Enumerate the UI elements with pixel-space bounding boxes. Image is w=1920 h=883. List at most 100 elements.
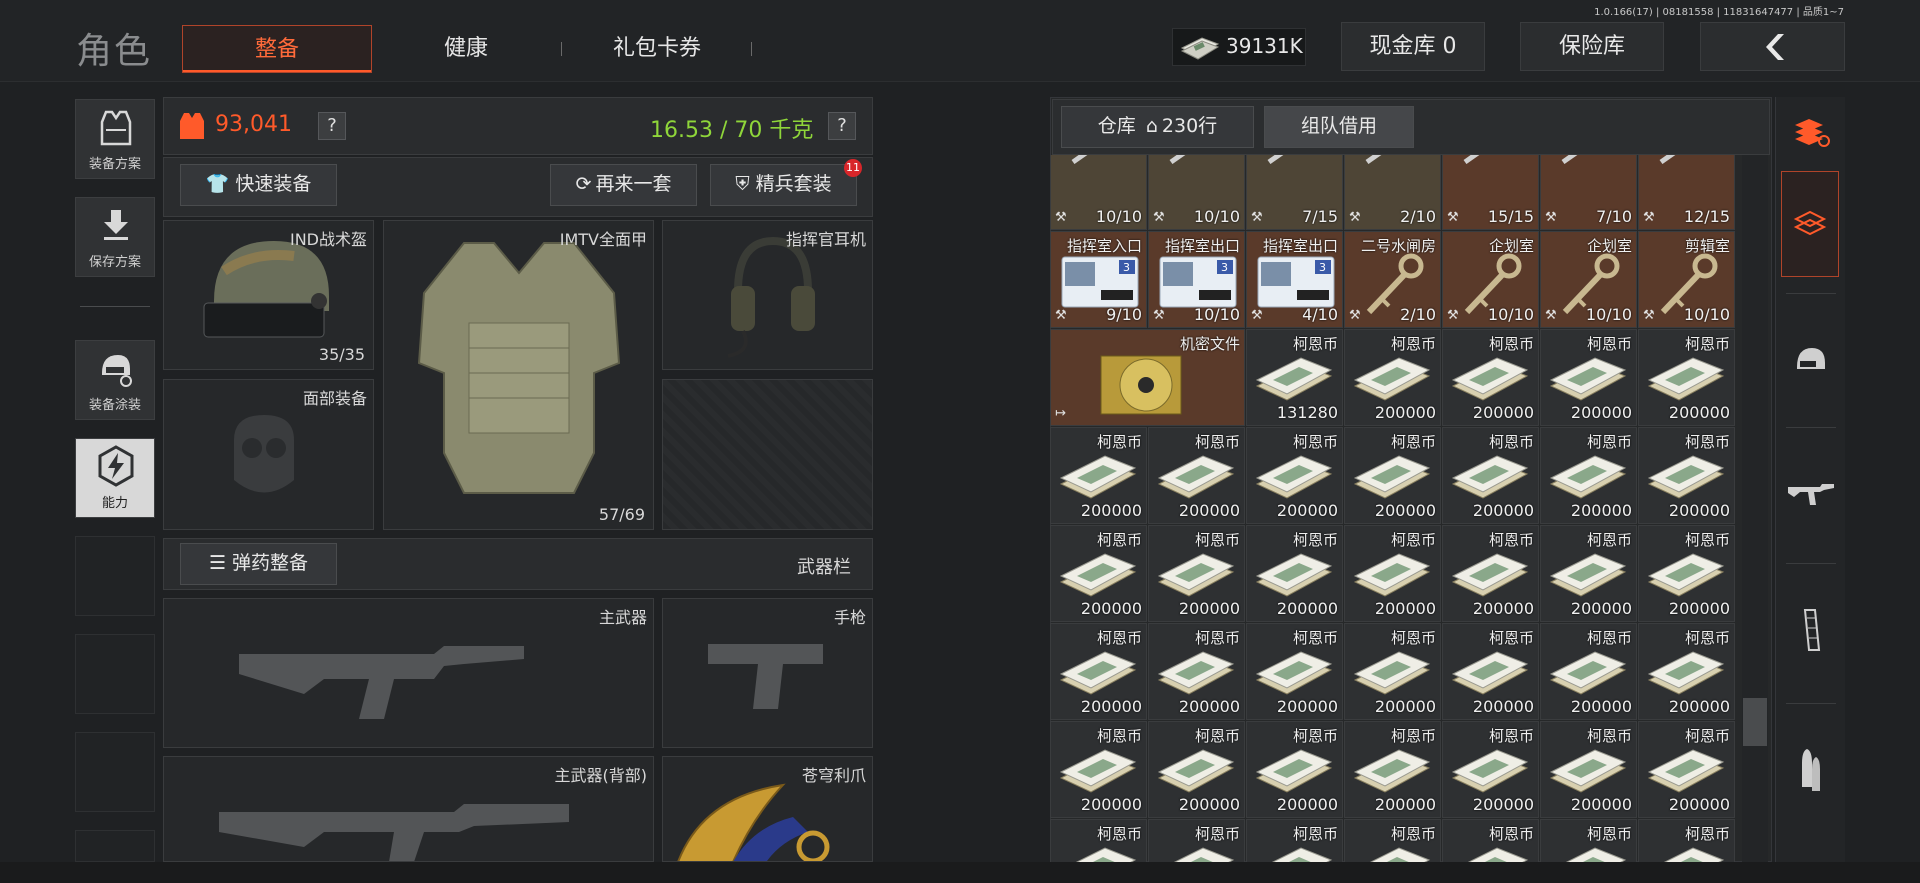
inventory-item-access[interactable]: 3 指挥室出口 ⚒ 4/10 xyxy=(1246,231,1343,328)
inventory-item-key[interactable]: ⚒ 2/10 xyxy=(1344,155,1441,230)
headset-slot[interactable]: 指挥官耳机 xyxy=(662,220,873,370)
inventory-item-coin[interactable]: 柯恩币200000 xyxy=(1540,623,1637,720)
elite-set-button[interactable]: ⛨ 精兵套装 xyxy=(710,164,857,206)
inventory-item-access[interactable]: 企划室 ⚒ 10/10 xyxy=(1442,231,1539,328)
inventory-item-coin[interactable]: 柯恩币200000 xyxy=(1442,329,1539,426)
ammo-equip-button[interactable]: ☰ 弹药整备 xyxy=(180,543,337,585)
empty-equip-slot[interactable] xyxy=(662,379,873,530)
inventory-scroll-track[interactable] xyxy=(1742,155,1768,862)
category-helmets[interactable] xyxy=(1776,297,1846,423)
category-magazines[interactable] xyxy=(1776,567,1846,693)
primary-back-weapon-slot[interactable]: 主武器(背部) xyxy=(163,756,654,862)
inventory-item-coin[interactable]: 柯恩币200000 xyxy=(1540,819,1637,862)
inventory-item-coin[interactable]: 柯恩币200000 xyxy=(1050,623,1147,720)
inventory-item-coin[interactable]: 柯恩币200000 xyxy=(1344,721,1441,818)
insurance-vault-button[interactable]: 保险库 xyxy=(1520,22,1664,71)
inventory-item-coin[interactable]: 柯恩币200000 xyxy=(1148,427,1245,524)
inventory-item-coin[interactable]: 柯恩币200000 xyxy=(1638,623,1735,720)
primary-back-weapon-label: 主武器(背部) xyxy=(554,766,648,785)
inventory-item-access[interactable]: 企划室 ⚒ 10/10 xyxy=(1540,231,1637,328)
inventory-item-coin[interactable]: 柯恩币200000 xyxy=(1638,427,1735,524)
pistol-slot[interactable]: 手枪 xyxy=(662,598,873,748)
category-items[interactable] xyxy=(1781,171,1839,277)
item-count: 200000 xyxy=(1472,697,1534,716)
inventory-item-coin[interactable]: 柯恩币200000 xyxy=(1050,427,1147,524)
sidebar-item-loadout[interactable]: 装备方案 xyxy=(75,99,155,179)
inventory-item-coin[interactable]: 柯恩币200000 xyxy=(1442,623,1539,720)
inventory-item-coin[interactable]: 柯恩币200000 xyxy=(1638,721,1735,818)
ability-slot[interactable] xyxy=(75,830,155,862)
inventory-item-coin[interactable]: 柯恩币200000 xyxy=(1344,623,1441,720)
inventory-item-coin[interactable]: 柯恩币200000 xyxy=(1638,525,1735,622)
inventory-item-coin[interactable]: 柯恩币200000 xyxy=(1246,427,1343,524)
inventory-item-coin[interactable]: 柯恩币200000 xyxy=(1344,525,1441,622)
inventory-item-coin[interactable]: 柯恩币200000 xyxy=(1050,721,1147,818)
inventory-item-key[interactable]: ⚒ 12/15 xyxy=(1638,155,1735,230)
inventory-item-coin[interactable]: 柯恩币200000 xyxy=(1246,525,1343,622)
inventory-item-coin[interactable]: 柯恩币200000 xyxy=(1344,329,1441,426)
face-slot[interactable]: 面部装备 xyxy=(163,379,374,530)
inventory-item-coin[interactable]: 柯恩币200000 xyxy=(1148,525,1245,622)
inventory-item-coin[interactable]: 柯恩币200000 xyxy=(1540,721,1637,818)
ability-slot[interactable] xyxy=(75,732,155,812)
inventory-item-coin[interactable]: 柯恩币200000 xyxy=(1148,721,1245,818)
inventory-scrollbar[interactable] xyxy=(1743,698,1767,746)
quick-equip-button[interactable]: 👕 快速装备 xyxy=(180,164,337,206)
inventory-item-coin[interactable]: 柯恩币200000 xyxy=(1442,525,1539,622)
inventory-item-coin[interactable]: 柯恩币200000 xyxy=(1148,819,1245,862)
item-name: 柯恩币 xyxy=(1586,335,1632,353)
warehouse-tab[interactable]: 仓库 ⌂ 230行 xyxy=(1061,106,1254,148)
inventory-item-coin[interactable]: 柯恩币200000 xyxy=(1442,427,1539,524)
inventory-grid[interactable]: ⚒ 10/10 ⚒ 10/10 ⚒ 7/15 ⚒ 2/10 ⚒ 15/15 ⚒ 7/10 ⚒ 12/15 3… xyxy=(1050,155,1738,862)
inventory-item-coin[interactable]: 柯恩币200000 xyxy=(1638,329,1735,426)
inventory-item-coin[interactable]: 柯恩币200000 xyxy=(1246,623,1343,720)
armor-slot[interactable]: IMTV全面甲 57/69 xyxy=(383,220,654,530)
weight-help-button[interactable]: ? xyxy=(828,112,856,140)
armor-help-button[interactable]: ? xyxy=(318,112,346,140)
category-all[interactable] xyxy=(1776,97,1846,167)
inventory-item-access[interactable]: 剪辑室 ⚒ 10/10 xyxy=(1638,231,1735,328)
ability-slot[interactable] xyxy=(75,634,155,714)
inventory-item-key[interactable]: ⚒ 7/15 xyxy=(1246,155,1343,230)
inventory-item-coin[interactable]: 柯恩币200000 xyxy=(1050,819,1147,862)
melee-label: 苍穹利爪 xyxy=(801,766,866,785)
category-ammo[interactable] xyxy=(1776,707,1846,833)
tab-equip[interactable]: 整备 xyxy=(182,25,372,73)
inventory-item-access[interactable]: 二号水闸房 ⚒ 2/10 xyxy=(1344,231,1441,328)
back-button[interactable] xyxy=(1700,22,1845,71)
inventory-item-key[interactable]: ⚒ 10/10 xyxy=(1148,155,1245,230)
cash-vault-button[interactable]: 现金库 0 xyxy=(1341,22,1485,71)
inventory-item-coin[interactable]: 柯恩币 131280 xyxy=(1246,329,1343,426)
primary-weapon-slot[interactable]: 主武器 xyxy=(163,598,654,748)
inventory-item-coin[interactable]: 柯恩币200000 xyxy=(1344,427,1441,524)
tab-health[interactable]: 健康 xyxy=(371,25,561,73)
again-set-button[interactable]: ⟳ 再来一套 xyxy=(550,164,697,206)
sidebar-item-save-loadout[interactable]: 保存方案 xyxy=(75,197,155,277)
inventory-item-coin[interactable]: 柯恩币200000 xyxy=(1050,525,1147,622)
sidebar-item-paint[interactable]: 装备涂装 xyxy=(75,340,155,420)
inventory-item-coin[interactable]: 柯恩币200000 xyxy=(1442,819,1539,862)
team-borrow-tab[interactable]: 组队借用 xyxy=(1264,106,1414,148)
inventory-item-access[interactable]: 3 指挥室入口 ⚒ 9/10 xyxy=(1050,231,1147,328)
inventory-item-coin[interactable]: 柯恩币200000 xyxy=(1540,329,1637,426)
inventory-item-coin[interactable]: 柯恩币200000 xyxy=(1540,525,1637,622)
inventory-item-key[interactable]: ⚒ 15/15 xyxy=(1442,155,1539,230)
inventory-item-access[interactable]: 3 指挥室出口 ⚒ 10/10 xyxy=(1148,231,1245,328)
inventory-item-key[interactable]: ⚒ 10/10 xyxy=(1050,155,1147,230)
inventory-item-coin[interactable]: 柯恩币200000 xyxy=(1344,819,1441,862)
inventory-item-coin[interactable]: 柯恩币200000 xyxy=(1246,819,1343,862)
inventory-item-coin[interactable]: 柯恩币200000 xyxy=(1148,623,1245,720)
melee-slot[interactable]: 苍穹利爪 xyxy=(662,756,873,862)
category-weapons[interactable] xyxy=(1776,431,1846,557)
inventory-item-coin[interactable]: 柯恩币200000 xyxy=(1246,721,1343,818)
sidebar-item-ability[interactable]: 能力 xyxy=(75,438,155,518)
inventory-item-coin[interactable]: 柯恩币200000 xyxy=(1540,427,1637,524)
helmet-slot[interactable]: IND战术盔 35/35 xyxy=(163,220,374,370)
item-count: 200000 xyxy=(1374,501,1436,520)
inventory-item-coin[interactable]: 柯恩币200000 xyxy=(1638,819,1735,862)
tab-gift-cards[interactable]: 礼包卡券 xyxy=(562,25,752,73)
inventory-item-coin[interactable]: 柯恩币200000 xyxy=(1442,721,1539,818)
inventory-item-key[interactable]: ⚒ 7/10 xyxy=(1540,155,1637,230)
inventory-item-classified[interactable]: 机密文件 ↦ xyxy=(1050,329,1245,426)
ability-slot[interactable] xyxy=(75,536,155,616)
